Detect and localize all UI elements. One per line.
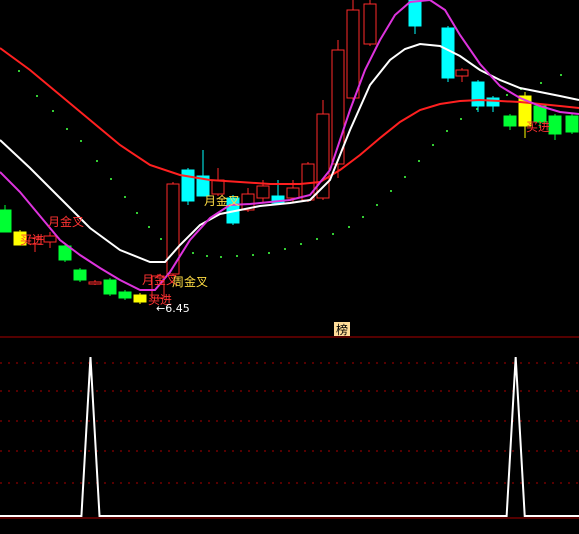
- candle-body: [408, 0, 422, 27]
- signal-labels: 月金叉买进月金叉周金叉买进月金叉买进: [20, 120, 550, 307]
- candle-body: [565, 115, 579, 133]
- panel-badge: 榜: [336, 322, 348, 337]
- candle: [548, 114, 562, 140]
- indicator-dot: [432, 144, 434, 146]
- candle-body: [118, 291, 132, 299]
- candle-body: [133, 294, 147, 303]
- indicator-dot: [110, 178, 112, 180]
- signal-label: 月金叉: [204, 193, 240, 208]
- indicator-dot: [220, 256, 222, 258]
- indicator-dot: [390, 190, 392, 192]
- candle-body: [548, 115, 562, 135]
- indicator-dot: [160, 238, 162, 240]
- candle-body: [363, 3, 377, 45]
- signal-line: [0, 356, 579, 517]
- indicator-dot: [540, 82, 542, 84]
- indicator-dot: [66, 128, 68, 130]
- candle: [503, 114, 517, 130]
- ma-long-line: [0, 47, 579, 185]
- signal-label: 周金叉: [172, 274, 208, 289]
- indicator-dot: [284, 248, 286, 250]
- candle-body: [286, 187, 300, 199]
- indicator-dot: [506, 94, 508, 96]
- candle: [118, 290, 132, 300]
- candle: [103, 278, 117, 296]
- indicator-dot: [206, 255, 208, 257]
- price-min-label: ←6.45: [156, 302, 190, 315]
- indicator-dot: [80, 140, 82, 142]
- candle: [408, 0, 422, 34]
- candle-body: [211, 179, 225, 195]
- candle: [181, 168, 195, 205]
- candle-body: [73, 269, 87, 281]
- candle: [346, 0, 360, 100]
- indicator-dot: [18, 70, 20, 72]
- indicator-dot: [446, 130, 448, 132]
- candle: [486, 96, 500, 112]
- candle-body: [0, 209, 12, 233]
- signal-label: 买进: [526, 120, 550, 134]
- candle: [0, 205, 12, 233]
- indicator-dot: [418, 160, 420, 162]
- indicator-dot: [404, 176, 406, 178]
- candle-body: [471, 81, 485, 107]
- signal-label: 买进: [20, 233, 44, 247]
- candle: [363, 0, 377, 46]
- indicator-dot: [560, 74, 562, 76]
- indicator-dot: [136, 212, 138, 214]
- candle: [88, 280, 102, 285]
- candle: [133, 293, 147, 304]
- candle-body: [503, 115, 517, 127]
- candle: [455, 68, 469, 82]
- indicator-dot: [236, 255, 238, 257]
- indicator-dot: [252, 254, 254, 256]
- indicator-dot: [96, 160, 98, 162]
- candle: [471, 80, 485, 112]
- indicator-dot: [192, 252, 194, 254]
- signal-label: 月金叉: [48, 214, 84, 229]
- candle-body: [455, 69, 469, 77]
- indicator-dot: [52, 110, 54, 112]
- candle-body: [43, 235, 57, 243]
- candle-body: [103, 279, 117, 295]
- candle: [73, 268, 87, 282]
- indicator-dot: [376, 204, 378, 206]
- indicator-dot: [148, 226, 150, 228]
- chart-canvas: 月金叉买进月金叉周金叉买进月金叉买进 ←6.45 榜: [0, 0, 579, 519]
- indicator-dot: [332, 233, 334, 235]
- ma-short-line: [0, 0, 579, 291]
- candle: [441, 26, 455, 82]
- indicator-dot: [362, 216, 364, 218]
- indicator-dot: [268, 252, 270, 254]
- indicator-dot: [316, 238, 318, 240]
- candle-body: [486, 97, 500, 107]
- candle: [211, 168, 225, 196]
- candle: [196, 150, 210, 197]
- candle-body: [346, 9, 360, 99]
- indicator-dot: [36, 95, 38, 97]
- indicator-dot: [460, 118, 462, 120]
- indicator-dot: [300, 243, 302, 245]
- candle-body: [256, 185, 270, 199]
- indicator-dot: [124, 196, 126, 198]
- candle-body: [88, 281, 102, 285]
- indicator-dot: [348, 226, 350, 228]
- candle: [565, 114, 579, 134]
